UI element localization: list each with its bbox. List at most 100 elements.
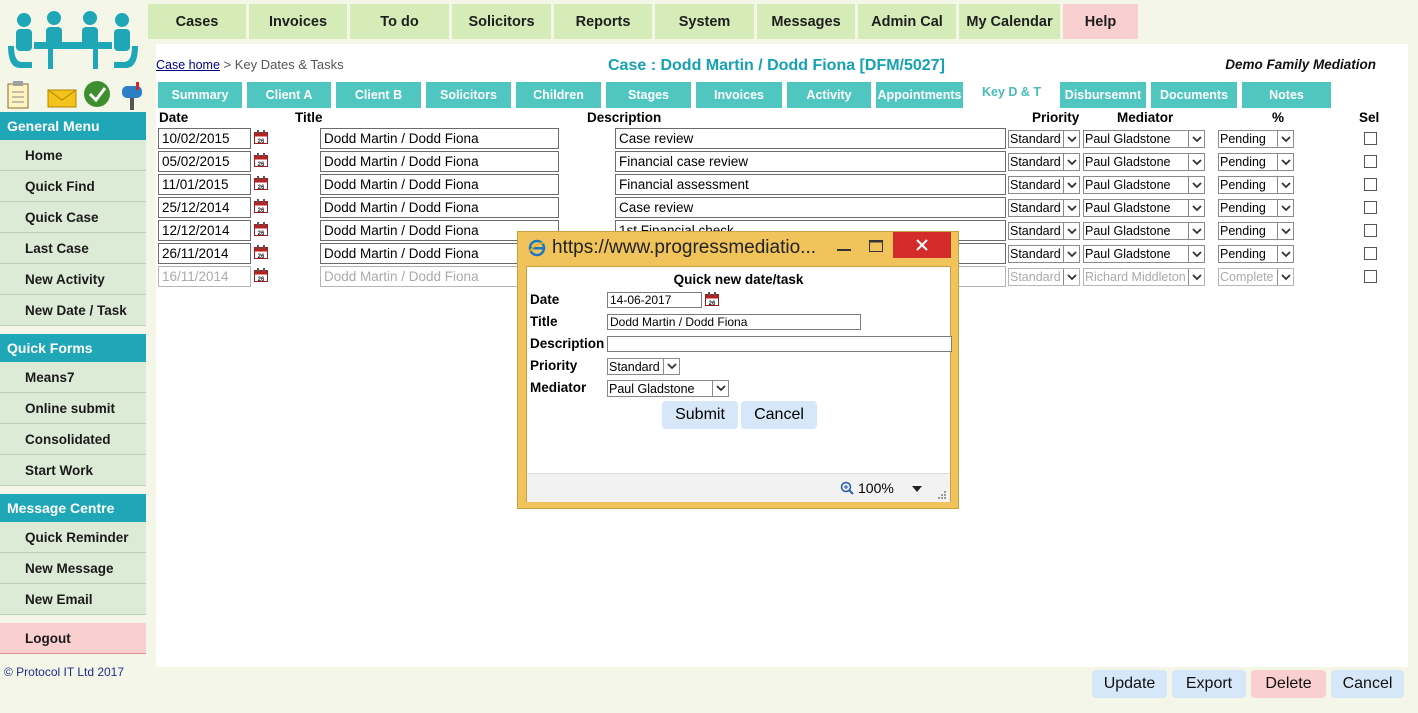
sidebar-item-logout[interactable]: Logout — [0, 623, 146, 654]
mediator-select[interactable]: Paul Gladstone — [1083, 245, 1205, 263]
caret-down-icon[interactable] — [912, 486, 922, 492]
date-field[interactable]: 10/02/2015 — [158, 128, 251, 149]
status-select[interactable]: Pending — [1218, 130, 1294, 148]
sidebar-item-new-email[interactable]: New Email — [0, 584, 146, 615]
tab-children[interactable]: Children — [516, 82, 601, 108]
priority-select[interactable]: Standard — [1008, 199, 1080, 217]
date-field[interactable]: 12/12/2014 — [158, 220, 251, 241]
select-checkbox[interactable] — [1364, 247, 1377, 260]
title-field[interactable]: Dodd Martin / Dodd Fiona — [320, 197, 559, 218]
nav-help[interactable]: Help — [1063, 4, 1141, 39]
priority-select[interactable]: Standard — [1008, 176, 1080, 194]
sidebar-item-start-work[interactable]: Start Work — [0, 455, 146, 486]
sidebar-item-online-submit[interactable]: Online submit — [0, 393, 146, 424]
update-button[interactable]: Update — [1092, 670, 1167, 698]
description-field[interactable]: Case review — [615, 128, 1006, 149]
minimize-icon[interactable] — [834, 240, 854, 260]
description-field[interactable]: Financial case review — [615, 151, 1006, 172]
calendar-icon[interactable]: 26 — [254, 245, 268, 259]
calendar-icon[interactable]: 26 — [254, 199, 268, 213]
select-checkbox[interactable] — [1364, 270, 1377, 283]
calendar-icon[interactable]: 26 — [705, 292, 719, 306]
select-checkbox[interactable] — [1364, 155, 1377, 168]
calendar-icon[interactable]: 26 — [254, 176, 268, 190]
popup-title-field[interactable]: Dodd Martin / Dodd Fiona — [607, 314, 861, 330]
sidebar-item-quick-reminder[interactable]: Quick Reminder — [0, 522, 146, 553]
popup-mediator-select[interactable]: Paul Gladstone — [607, 380, 729, 397]
mediator-select[interactable]: Paul Gladstone — [1083, 176, 1205, 194]
title-field[interactable]: Dodd Martin / Dodd Fiona — [320, 174, 559, 195]
sidebar-item-new-date-task[interactable]: New Date / Task — [0, 295, 146, 326]
status-select[interactable]: Pending — [1218, 176, 1294, 194]
status-select[interactable]: Pending — [1218, 153, 1294, 171]
calendar-icon[interactable]: 26 — [254, 222, 268, 236]
sidebar-item-new-activity[interactable]: New Activity — [0, 264, 146, 295]
nav-todo[interactable]: To do — [350, 4, 452, 39]
tab-solicitors[interactable]: Solicitors — [426, 82, 511, 108]
calendar-icon[interactable]: 26 — [254, 153, 268, 167]
popup-submit-button[interactable]: Submit — [662, 401, 738, 429]
popup-date-field[interactable]: 14-06-2017 — [607, 292, 702, 308]
sidebar-item-home[interactable]: Home — [0, 140, 146, 171]
tab-notes[interactable]: Notes — [1242, 82, 1331, 108]
zoom-control[interactable]: 100% — [840, 480, 894, 496]
tab-disbursements[interactable]: Disbursemnt — [1060, 82, 1146, 108]
tab-summary[interactable]: Summary — [158, 82, 242, 108]
priority-select[interactable]: Standard — [1008, 153, 1080, 171]
date-field[interactable]: 26/11/2014 — [158, 243, 251, 264]
popup-description-field[interactable] — [607, 336, 952, 352]
description-field[interactable]: Case review — [615, 197, 1006, 218]
date-field[interactable]: 11/01/2015 — [158, 174, 251, 195]
resize-grip-icon[interactable] — [937, 490, 947, 500]
popup-priority-select[interactable]: Standard — [607, 358, 680, 375]
export-button[interactable]: Export — [1172, 670, 1246, 698]
delete-button[interactable]: Delete — [1251, 670, 1326, 698]
tab-client-a[interactable]: Client A — [247, 82, 331, 108]
nav-system[interactable]: System — [655, 4, 757, 39]
date-field[interactable]: 16/11/2014 — [158, 266, 251, 287]
nav-invoices[interactable]: Invoices — [249, 4, 350, 39]
priority-select[interactable]: Standard — [1008, 268, 1080, 286]
date-field[interactable]: 05/02/2015 — [158, 151, 251, 172]
tab-key-dates-tasks[interactable]: Key D & T — [968, 82, 1055, 108]
sidebar-item-last-case[interactable]: Last Case — [0, 233, 146, 264]
select-checkbox[interactable] — [1364, 132, 1377, 145]
status-select[interactable]: Complete — [1218, 268, 1294, 286]
tab-invoices[interactable]: Invoices — [696, 82, 782, 108]
maximize-icon[interactable] — [866, 236, 886, 256]
priority-select[interactable]: Standard — [1008, 222, 1080, 240]
mediator-select[interactable]: Paul Gladstone — [1083, 222, 1205, 240]
tab-client-b[interactable]: Client B — [336, 82, 421, 108]
description-field[interactable]: Financial assessment — [615, 174, 1006, 195]
title-field[interactable]: Dodd Martin / Dodd Fiona — [320, 128, 559, 149]
nav-solicitors[interactable]: Solicitors — [452, 4, 554, 39]
status-select[interactable]: Pending — [1218, 199, 1294, 217]
nav-reports[interactable]: Reports — [554, 4, 655, 39]
calendar-icon[interactable]: 26 — [254, 268, 268, 282]
nav-messages[interactable]: Messages — [757, 4, 858, 39]
tab-documents[interactable]: Documents — [1151, 82, 1237, 108]
select-checkbox[interactable] — [1364, 224, 1377, 237]
select-checkbox[interactable] — [1364, 178, 1377, 191]
tab-stages[interactable]: Stages — [606, 82, 691, 108]
calendar-icon[interactable]: 26 — [254, 130, 268, 144]
nav-my-calendar[interactable]: My Calendar — [959, 4, 1063, 39]
sidebar-item-quick-case[interactable]: Quick Case — [0, 202, 146, 233]
status-select[interactable]: Pending — [1218, 222, 1294, 240]
date-field[interactable]: 25/12/2014 — [158, 197, 251, 218]
tab-activity[interactable]: Activity — [787, 82, 871, 108]
close-icon[interactable] — [893, 232, 951, 258]
priority-select[interactable]: Standard — [1008, 245, 1080, 263]
mediator-select[interactable]: Paul Gladstone — [1083, 130, 1205, 148]
priority-select[interactable]: Standard — [1008, 130, 1080, 148]
select-checkbox[interactable] — [1364, 201, 1377, 214]
cancel-button[interactable]: Cancel — [1331, 670, 1404, 698]
sidebar-item-quick-find[interactable]: Quick Find — [0, 171, 146, 202]
title-field[interactable]: Dodd Martin / Dodd Fiona — [320, 151, 559, 172]
mediator-select[interactable]: Paul Gladstone — [1083, 199, 1205, 217]
nav-admin-cal[interactable]: Admin Cal — [858, 4, 959, 39]
mediator-select[interactable]: Paul Gladstone — [1083, 153, 1205, 171]
tab-appointments[interactable]: Appointments — [876, 82, 963, 108]
status-select[interactable]: Pending — [1218, 245, 1294, 263]
popup-cancel-button[interactable]: Cancel — [741, 401, 817, 429]
